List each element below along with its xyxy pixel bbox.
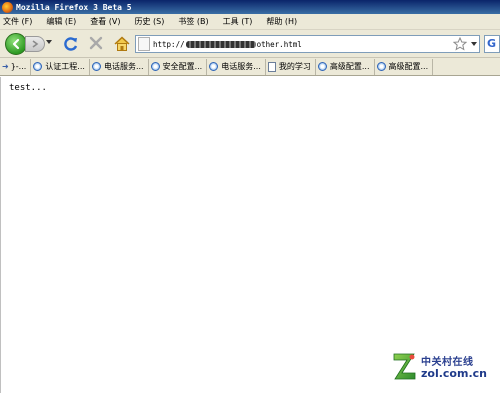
bookmark-item[interactable]: 认证工程... [31,58,90,75]
firefox-icon [2,1,13,13]
ie-page-icon [91,62,101,71]
bookmark-label: }-... [10,62,27,71]
bookmark-label: 安全配置... [162,62,203,71]
document-icon [267,61,276,72]
bookmark-item[interactable]: 安全配置... [149,58,208,75]
url-redacted-host [185,40,256,48]
bookmark-label: 高级配置... [388,62,429,71]
search-box[interactable]: G [484,35,500,53]
menu-history[interactable]: 历史 (S) [135,16,165,27]
bookmark-item[interactable]: 电话服务... [90,58,149,75]
zol-watermark: 中关村在线 zol.com.cn [393,351,498,387]
menu-edit[interactable]: 编辑 (E) [46,16,76,27]
ie-page-icon [150,62,160,71]
watermark-cn: 中关村在线 [421,357,474,368]
forward-button[interactable] [25,36,45,52]
bookmark-label: 我的学习 [278,62,311,71]
bookmark-label: 高级配置... [329,62,370,71]
page-icon [138,37,150,51]
navigation-toolbar: http:// other.html G [0,30,500,58]
history-dropdown-icon[interactable] [46,39,52,45]
url-bar[interactable]: http:// other.html [135,35,480,53]
arrow-icon: ➜ [2,62,9,71]
bookmark-label: 电话服务... [221,62,261,71]
menu-tools[interactable]: 工具 (T) [223,16,253,27]
ie-page-icon [376,62,386,71]
page-text: test... [9,83,47,93]
reload-icon[interactable] [62,35,80,53]
watermark-en: zol.com.cn [421,367,487,380]
bookmark-item[interactable]: ➜ }-... [0,58,32,75]
forward-arrow-icon [32,40,39,48]
menu-help[interactable]: 帮助 (H) [266,16,297,27]
url-prefix: http:// [153,39,185,49]
stop-icon[interactable] [88,35,104,51]
back-arrow-icon [12,38,20,50]
search-engine-icon: G [487,37,497,50]
url-dropdown-icon[interactable] [471,41,477,47]
menu-view[interactable]: 查看 (V) [90,16,120,27]
ie-page-icon [209,62,219,71]
ie-page-icon [33,62,43,71]
title-bar: Mozilla Firefox 3 Beta 5 [0,0,500,14]
menu-bookmarks[interactable]: 书签 (B) [178,16,208,27]
bookmark-item[interactable]: 我的学习 [266,58,316,75]
menu-bar: 文件 (F) 编辑 (E) 查看 (V) 历史 (S) 书签 (B) 工具 (T… [0,14,500,30]
bookmark-label: 认证工程... [45,62,85,71]
bookmark-star-icon[interactable] [453,37,467,51]
bookmarks-toolbar: ➜ }-... 认证工程... 电话服务... 安全配置... 电话服务... … [0,58,500,76]
bookmark-label: 电话服务... [103,62,144,71]
menu-file[interactable]: 文件 (F) [3,16,32,27]
bookmark-item[interactable]: 高级配置... [375,58,434,75]
page-content: test... 中关村在线 zol.com.cn [0,77,500,393]
back-button[interactable] [5,33,27,55]
zol-logo-icon [393,353,416,380]
home-icon[interactable] [113,35,131,53]
url-suffix: other.html [256,39,302,49]
bookmark-item[interactable]: 电话服务... [207,58,266,75]
window-title: Mozilla Firefox 3 Beta 5 [16,2,132,12]
ie-page-icon [317,62,327,71]
bookmark-item[interactable]: 高级配置... [316,58,375,75]
